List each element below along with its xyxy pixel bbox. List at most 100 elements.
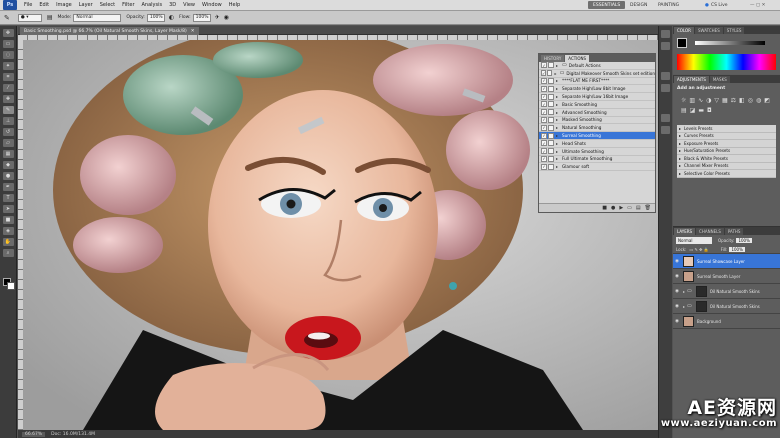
healing-tool-icon[interactable]: ✚ [2,95,14,103]
menu-window[interactable]: Window [202,2,222,8]
layer-row[interactable]: ◉ ▸ ▭ Oil Natural Smooth Skins [673,284,780,299]
vibrance-icon[interactable]: ▽ [714,97,719,104]
action-dialog-toggle[interactable] [548,85,554,92]
action-row[interactable]: ✓ ▸ Glamour soft [539,163,655,172]
background-color-swatch[interactable] [7,282,15,290]
type-tool-icon[interactable]: T [2,194,14,202]
document-tab[interactable]: Basic Smoothing.psd @ 66.7% (Oil Natural… [20,27,199,35]
layer-row[interactable]: ◉ ▸ ▭ Oil Natural Smooth Skins [673,299,780,314]
tab-actions[interactable]: ACTIONS [565,55,590,62]
collapse-arrow-icon[interactable]: ▸ [556,94,560,99]
menu-filter[interactable]: Filter [122,2,134,8]
collapse-arrow-icon[interactable]: ▸ [556,102,560,107]
dodge-tool-icon[interactable]: ● [2,172,14,180]
action-dialog-toggle[interactable] [547,70,553,77]
action-row[interactable]: ✓ ▸ ▭ Digital Makeover Smooth Skins set edi… [539,70,655,78]
lasso-tool-icon[interactable]: ◌ [2,51,14,59]
eyedropper-tool-icon[interactable]: ⁄ [2,84,14,92]
adjustment-preset-item[interactable]: ▸ Channel Mixer Presets [677,163,776,170]
action-dialog-toggle[interactable] [548,109,554,116]
selective-color-icon[interactable]: ◘ [707,107,712,114]
action-dialog-toggle[interactable] [548,140,554,147]
action-toggle-checkbox[interactable]: ✓ [541,85,547,92]
collapse-arrow-icon[interactable]: ▸ [556,156,560,161]
menu-3d[interactable]: 3D [169,2,176,8]
brush-tool-icon-tools[interactable]: ✎ [2,106,14,114]
pen-tool-icon[interactable]: ✒ [2,183,14,191]
collapse-arrow-icon[interactable]: ▸ [556,78,560,83]
mode-select[interactable]: Normal [73,13,122,22]
layer-row[interactable]: ◉ Surreal Showcase Layer [673,254,780,269]
expand-arrow-icon[interactable]: ▸ [679,171,681,176]
action-row[interactable]: ✓ ▸ Natural Smoothing [539,124,655,133]
action-toggle-checkbox[interactable]: ✓ [541,124,547,131]
action-row[interactable]: ✓ ▸ Separate High/Low 8bit Image [539,85,655,94]
adjustment-preset-item[interactable]: ▸ Black & White Presets [677,155,776,163]
opacity-field[interactable]: 100% [146,13,165,22]
collapse-arrow-icon[interactable]: ▸ [556,133,560,138]
trash-icon[interactable]: 🗑 [645,205,651,211]
expand-arrow-icon[interactable]: ▸ [679,133,681,138]
pressure-opacity-icon[interactable]: ◐ [169,14,174,21]
gradient-map-icon[interactable]: ▬ [698,107,704,114]
action-dialog-toggle[interactable] [548,77,554,84]
layer-opacity-field[interactable]: 100% [736,237,752,243]
pressure-size-icon[interactable]: ◉ [224,14,229,21]
collapse-arrow-icon[interactable]: ▸ [556,125,560,130]
brightness-contrast-icon[interactable]: ☼ [681,97,686,104]
visibility-eye-icon[interactable]: ◉ [673,289,681,294]
menu-view[interactable]: View [183,2,195,8]
color-balance-icon[interactable]: ⚖ [731,97,736,104]
expand-arrow-icon[interactable]: ▸ [679,126,681,131]
airbrush-icon[interactable]: ✈ [215,14,220,21]
action-row[interactable]: ✓ ▸ Basic Smoothing [539,101,655,109]
stop-icon[interactable]: ■ [602,205,607,211]
action-row[interactable]: ✓ ▸ Advanced Smoothing [539,109,655,117]
action-row[interactable]: ✓ ▸ Ultimate Smoothing [539,148,655,156]
workspace-essentials[interactable]: ESSENTIALS [588,1,626,9]
expand-arrow-icon[interactable]: ▸ [679,163,681,168]
crop-tool-icon[interactable]: ⌗ [2,73,14,81]
fill-field[interactable]: 100% [729,246,745,252]
levels-icon[interactable]: ▥ [689,97,695,104]
action-row[interactable]: ✓ ▸ Surreal Smoothing [539,132,655,140]
collapse-arrow-icon[interactable]: ▸ [556,110,560,115]
menu-help[interactable]: Help [229,2,240,8]
action-toggle-checkbox[interactable]: ✓ [541,155,547,162]
menu-edit[interactable]: Edit [39,2,49,8]
action-dialog-toggle[interactable] [548,124,554,131]
move-tool-icon[interactable]: ✥ [2,29,14,37]
action-toggle-checkbox[interactable]: ✓ [541,116,547,123]
close-tab-icon[interactable]: ✕ [191,29,195,34]
action-toggle-checkbox[interactable]: ✓ [541,70,547,77]
color-swatches-preview[interactable] [677,38,687,48]
new-action-icon[interactable]: ▤ [636,205,641,211]
visibility-eye-icon[interactable]: ◉ [673,304,681,309]
quick-select-tool-icon[interactable]: ✦ [2,62,14,70]
menu-layer[interactable]: Layer [79,2,93,8]
adjustment-preset-item[interactable]: ▸ Selective Color Presets [677,170,776,178]
action-toggle-checkbox[interactable]: ✓ [541,163,547,170]
expand-arrow-icon[interactable]: ▸ [679,156,681,161]
action-row[interactable]: ✓ ▸ Head Shots [539,140,655,148]
navigator-panel-icon[interactable] [661,72,670,80]
collapse-arrow-icon[interactable]: ▸ [556,164,560,169]
action-toggle-checkbox[interactable]: ✓ [541,132,547,139]
hue-saturation-icon[interactable]: ▦ [722,97,728,104]
action-row[interactable]: ✓ ▸ Masked Smoothing [539,116,655,125]
channel-mixer-icon[interactable]: ◍ [756,97,761,104]
action-toggle-checkbox[interactable]: ✓ [541,77,547,84]
lock-icons[interactable]: ▭ ✎ ✥ 🔒 [689,247,708,252]
brush-preset-picker[interactable]: ● ▾ [17,13,42,22]
gradient-tool-icon[interactable]: ▦ [2,150,14,158]
tab-styles[interactable]: STYLES [723,27,745,34]
action-toggle-checkbox[interactable]: ✓ [541,148,547,155]
adjustment-preset-item[interactable]: ▸ Exposure Presets [677,140,776,148]
play-icon[interactable]: ▶ [619,205,623,211]
adjustment-preset-item[interactable]: ▸ Curves Presets [677,133,776,140]
action-dialog-toggle[interactable] [548,116,554,123]
collapse-arrow-icon[interactable]: ▸ [556,117,560,122]
adjustment-preset-item[interactable]: ▸ Hue/Saturation Presets [677,148,776,155]
action-toggle-checkbox[interactable]: ✓ [541,109,547,116]
tab-color[interactable]: COLOR [674,27,694,34]
